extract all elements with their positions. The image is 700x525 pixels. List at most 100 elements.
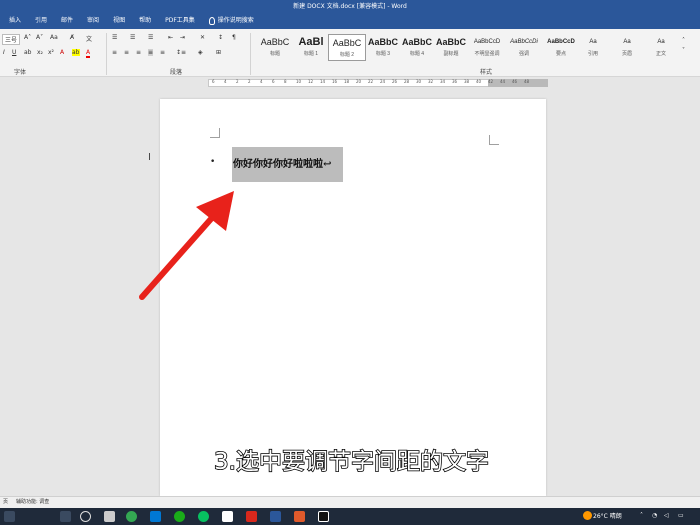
style-title[interactable]: AaBbC 标题	[256, 34, 294, 61]
style-normal[interactable]: Aa 正文	[646, 34, 676, 61]
chinese-layout-icon[interactable]: ✕	[200, 34, 205, 41]
clear-format-icon[interactable]: A̸	[70, 34, 74, 41]
strikethrough-icon[interactable]: ab	[24, 49, 32, 56]
style-sample: AaBbCcD	[547, 39, 575, 45]
edge-icon[interactable]	[150, 511, 161, 522]
tell-me-search[interactable]: 操作说明搜索	[202, 13, 261, 29]
align-right-icon[interactable]: ≡	[136, 49, 141, 56]
style-subtle-emphasis[interactable]: AaBbCcD 不明显强调	[468, 34, 506, 61]
styles-group-label: 样式	[480, 69, 493, 76]
style-sample: AaBbC	[435, 37, 466, 47]
capcut-icon[interactable]	[318, 511, 329, 522]
selected-text[interactable]: 你好你好你好啦啦啦↩	[232, 147, 343, 182]
bullets-icon[interactable]: ☰	[112, 34, 117, 41]
ribbon-divider	[106, 33, 107, 75]
highlight-icon[interactable]: ab	[72, 49, 80, 56]
shading-icon[interactable]: ◈	[198, 49, 203, 56]
style-heading-2[interactable]: AaBbC 标题 2	[328, 34, 366, 61]
style-heading-1[interactable]: AaBl 标题 1	[292, 34, 330, 61]
numbering-icon[interactable]: ☰	[130, 34, 135, 41]
tab-pdf-tools[interactable]: PDF工具集	[158, 13, 202, 29]
sun-icon	[583, 511, 592, 520]
phonetic-icon[interactable]: 文	[86, 34, 92, 43]
tutorial-caption: 3.选中要调节字间距的文字	[213, 448, 490, 476]
distributed-icon[interactable]: ≡	[160, 49, 165, 56]
wechat-icon[interactable]	[174, 511, 185, 522]
tab-references[interactable]: 引用	[28, 13, 54, 29]
volume-icon[interactable]: ◁	[664, 512, 669, 519]
change-case-icon[interactable]: Aa	[50, 34, 58, 41]
app-icon[interactable]	[294, 511, 305, 522]
file-explorer-icon[interactable]	[104, 511, 115, 522]
style-quote[interactable]: Aa 引用	[578, 34, 608, 61]
increase-indent-icon[interactable]: ⇥	[180, 34, 185, 41]
style-sample: AaBbC	[367, 37, 398, 47]
ruler-tick-label: 42	[488, 79, 494, 84]
tab-insert[interactable]: 插入	[2, 13, 28, 29]
superscript-icon[interactable]: x²	[48, 49, 54, 56]
ribbon-divider	[250, 33, 251, 75]
style-strong[interactable]: AaBbCcD 要点	[542, 34, 580, 61]
style-sample: Aa	[623, 39, 631, 45]
ruler-tick-label: 26	[392, 79, 398, 84]
borders-icon[interactable]: ⊞	[216, 49, 221, 56]
styles-scroll-up-icon[interactable]: ˄	[682, 37, 685, 44]
style-emphasis[interactable]: AaBbCcDi 强调	[505, 34, 543, 61]
chat-app-icon[interactable]	[198, 511, 209, 522]
ruler-margin	[488, 79, 548, 87]
app-icon[interactable]	[222, 511, 233, 522]
style-subtitle[interactable]: AaBbC 副标题	[432, 34, 470, 61]
ruler-tick-label: 18	[344, 79, 350, 84]
font-color-icon[interactable]: A	[86, 49, 91, 58]
accessibility-status[interactable]: 辅助功能: 调查	[16, 497, 49, 508]
chevron-up-icon[interactable]: ˄	[640, 512, 643, 519]
start-icon[interactable]	[4, 511, 15, 522]
tab-review[interactable]: 审阅	[80, 13, 106, 29]
task-view-icon[interactable]	[80, 511, 91, 522]
ruler-tick-label: 20	[356, 79, 362, 84]
style-heading-3[interactable]: AaBbC 标题 3	[364, 34, 402, 61]
page-indicator[interactable]: 页	[3, 497, 8, 508]
style-name: 页眉	[621, 51, 632, 57]
style-header[interactable]: Aa 页眉	[612, 34, 642, 61]
ruler-tick-label: 10	[296, 79, 302, 84]
sort-icon[interactable]: ↕	[218, 34, 223, 41]
red-arrow-icon	[139, 191, 234, 300]
network-icon[interactable]: ◔	[652, 512, 657, 519]
tab-view[interactable]: 视图	[106, 13, 132, 29]
font-size-select[interactable]: 三号	[2, 34, 21, 45]
subscript-icon[interactable]: x₂	[37, 49, 43, 56]
line-spacing-icon[interactable]: ↕≡	[176, 49, 186, 56]
multilevel-list-icon[interactable]: ☰	[148, 34, 153, 41]
ruler-tick-label: 32	[428, 79, 434, 84]
ribbon-tabs: 插入 引用 邮件 审阅 视图 帮助 PDF工具集 操作说明搜索	[0, 13, 700, 29]
justify-icon[interactable]: ≡	[148, 49, 154, 56]
weather-status[interactable]: 26°C 晴朗	[593, 511, 622, 520]
style-heading-4[interactable]: AaBbC 标题 4	[398, 34, 436, 61]
font-group-label: 字体	[14, 69, 27, 76]
ruler-tick-label: 28	[404, 79, 410, 84]
italic-icon[interactable]: I	[3, 49, 5, 56]
decrease-indent-icon[interactable]: ⇤	[168, 34, 173, 41]
wps-icon[interactable]	[246, 511, 257, 522]
styles-scroll-down-icon[interactable]: ˅	[682, 47, 685, 54]
notification-icon[interactable]: ▭	[678, 512, 684, 519]
text-effects-icon[interactable]: A	[60, 49, 64, 56]
pilcrow-icon[interactable]: ¶	[232, 34, 236, 41]
ruler-tick-label: 16	[332, 79, 338, 84]
search-icon[interactable]	[60, 511, 71, 522]
word-icon[interactable]	[270, 511, 281, 522]
style-name: 标题 4	[409, 51, 425, 57]
ruler-tick-label: 4	[260, 79, 263, 84]
tab-mailings[interactable]: 邮件	[54, 13, 80, 29]
chrome-icon[interactable]	[126, 511, 137, 522]
grow-font-icon[interactable]: A˄	[24, 34, 31, 41]
align-center-icon[interactable]: ≡	[124, 49, 129, 56]
shrink-font-icon[interactable]: A˅	[36, 34, 43, 41]
ribbon: 三号 A˄ A˅ Aa A̸ 文 I U ab x₂ x² A ab A 字体 …	[0, 29, 700, 77]
tab-help[interactable]: 帮助	[132, 13, 158, 29]
window-title: 新建 DOCX 文档.docx [兼容模式] - Word	[0, 0, 700, 13]
style-name: 引用	[587, 51, 598, 57]
underline-icon[interactable]: U	[12, 49, 16, 56]
align-left-icon[interactable]: ≡	[112, 49, 117, 56]
